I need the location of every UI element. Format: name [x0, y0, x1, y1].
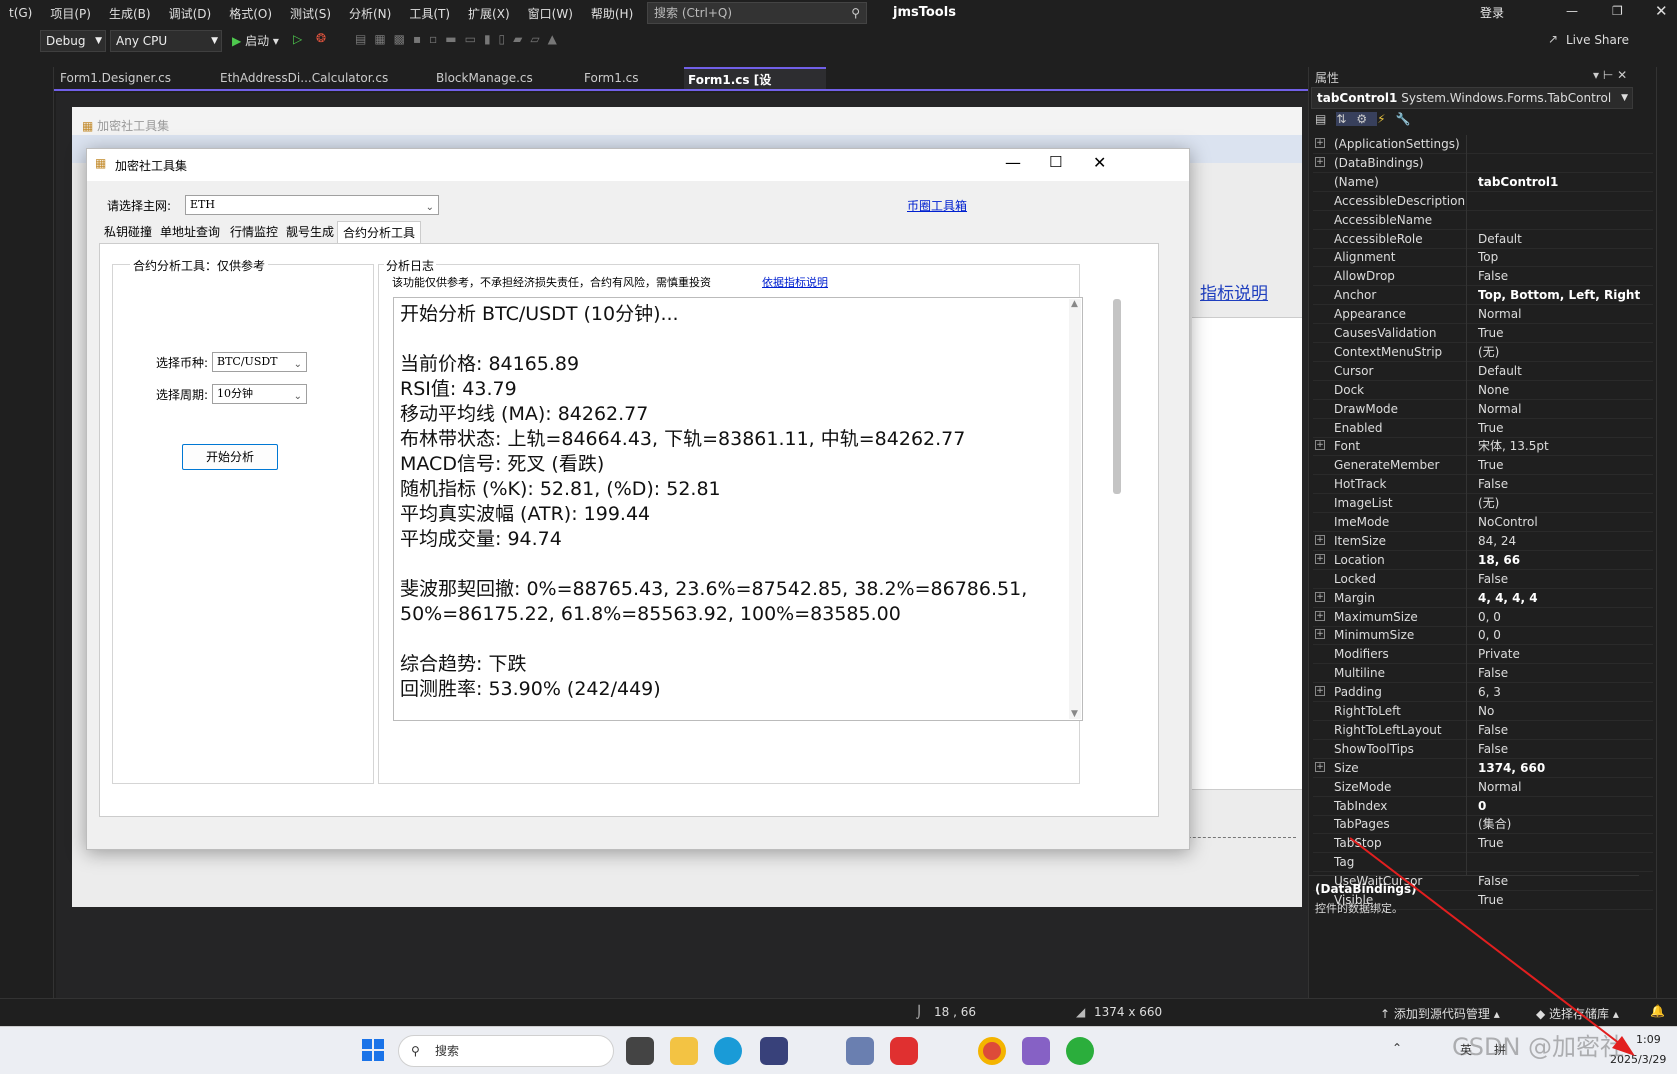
annotation-arrow: [1349, 837, 1635, 1056]
